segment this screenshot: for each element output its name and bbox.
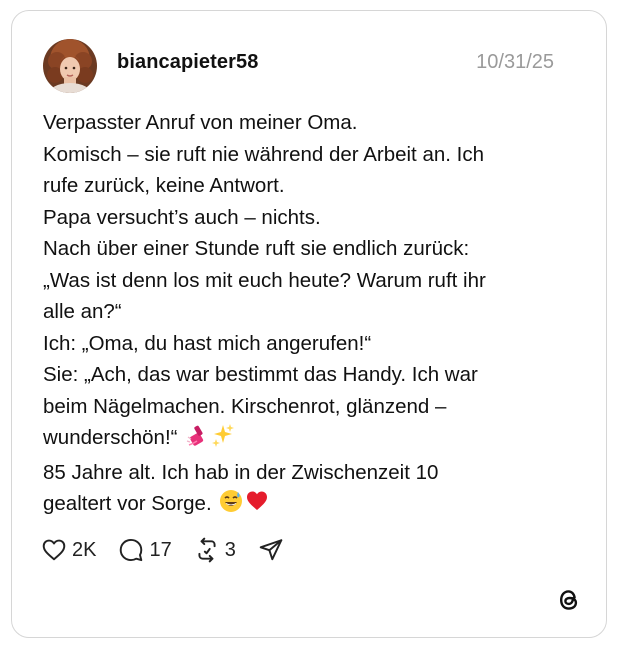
threads-logo-icon bbox=[556, 587, 582, 613]
avatar[interactable] bbox=[43, 39, 97, 93]
post-line: Verpasster Anruf von meiner Oma. bbox=[43, 111, 358, 134]
post-line: rufe zurück, keine Antwort. bbox=[43, 174, 285, 197]
repost-count: 3 bbox=[224, 538, 236, 561]
username[interactable]: biancapieter58 bbox=[117, 51, 258, 74]
like-button[interactable]: 2K bbox=[41, 537, 96, 563]
post-line: 85 Jahre alt. Ich hab in der Zwischenzei… bbox=[43, 460, 439, 484]
post-line: alle an?“ bbox=[43, 300, 122, 323]
send-icon bbox=[258, 537, 284, 563]
repost-icon bbox=[194, 537, 220, 563]
red-heart-emoji bbox=[245, 489, 269, 523]
nail-polish-emoji bbox=[185, 423, 209, 457]
comment-icon bbox=[118, 537, 144, 563]
post-line: Sie: „Ach, das war bestimmt das Handy. I… bbox=[43, 363, 478, 386]
post-actions: 2K 17 3 bbox=[41, 536, 306, 564]
post-line: „Was ist denn los mit euch heute? Warum … bbox=[43, 268, 486, 292]
sparkles-emoji bbox=[211, 423, 235, 457]
reply-count: 17 bbox=[149, 538, 172, 561]
heart-icon bbox=[41, 537, 67, 563]
post-line: Ich: „Oma, du hast mich angerufen!“ bbox=[43, 331, 372, 355]
post-text: Verpasster Anruf von meiner Oma. Komisch… bbox=[43, 107, 583, 523]
post-line: Papa versucht’s auch – nichts. bbox=[43, 205, 321, 229]
post-line: Komisch – sie ruft nie während der Arbei… bbox=[43, 142, 484, 166]
like-count: 2K bbox=[72, 538, 97, 561]
post-line-text: gealtert vor Sorge. bbox=[43, 492, 212, 515]
post-line: Nach über einer Stunde ruft sie endlich … bbox=[43, 237, 470, 260]
post-line-with-emoji: gealtert vor Sorge. bbox=[43, 488, 583, 523]
post-line-text: wunderschön!“ bbox=[43, 426, 178, 449]
post-line-with-emoji: wunderschön!“ bbox=[43, 422, 583, 457]
post-date: 10/31/25 bbox=[476, 51, 554, 73]
share-button[interactable] bbox=[258, 537, 284, 563]
sweat-smile-emoji bbox=[219, 489, 243, 523]
post-card: biancapieter58 10/31/25 Verpasster Anruf… bbox=[11, 10, 607, 638]
post-line: beim Nägelmachen. Kirschenrot, glänzend … bbox=[43, 394, 447, 418]
repost-button[interactable]: 3 bbox=[194, 537, 236, 563]
reply-button[interactable]: 17 bbox=[118, 537, 172, 563]
